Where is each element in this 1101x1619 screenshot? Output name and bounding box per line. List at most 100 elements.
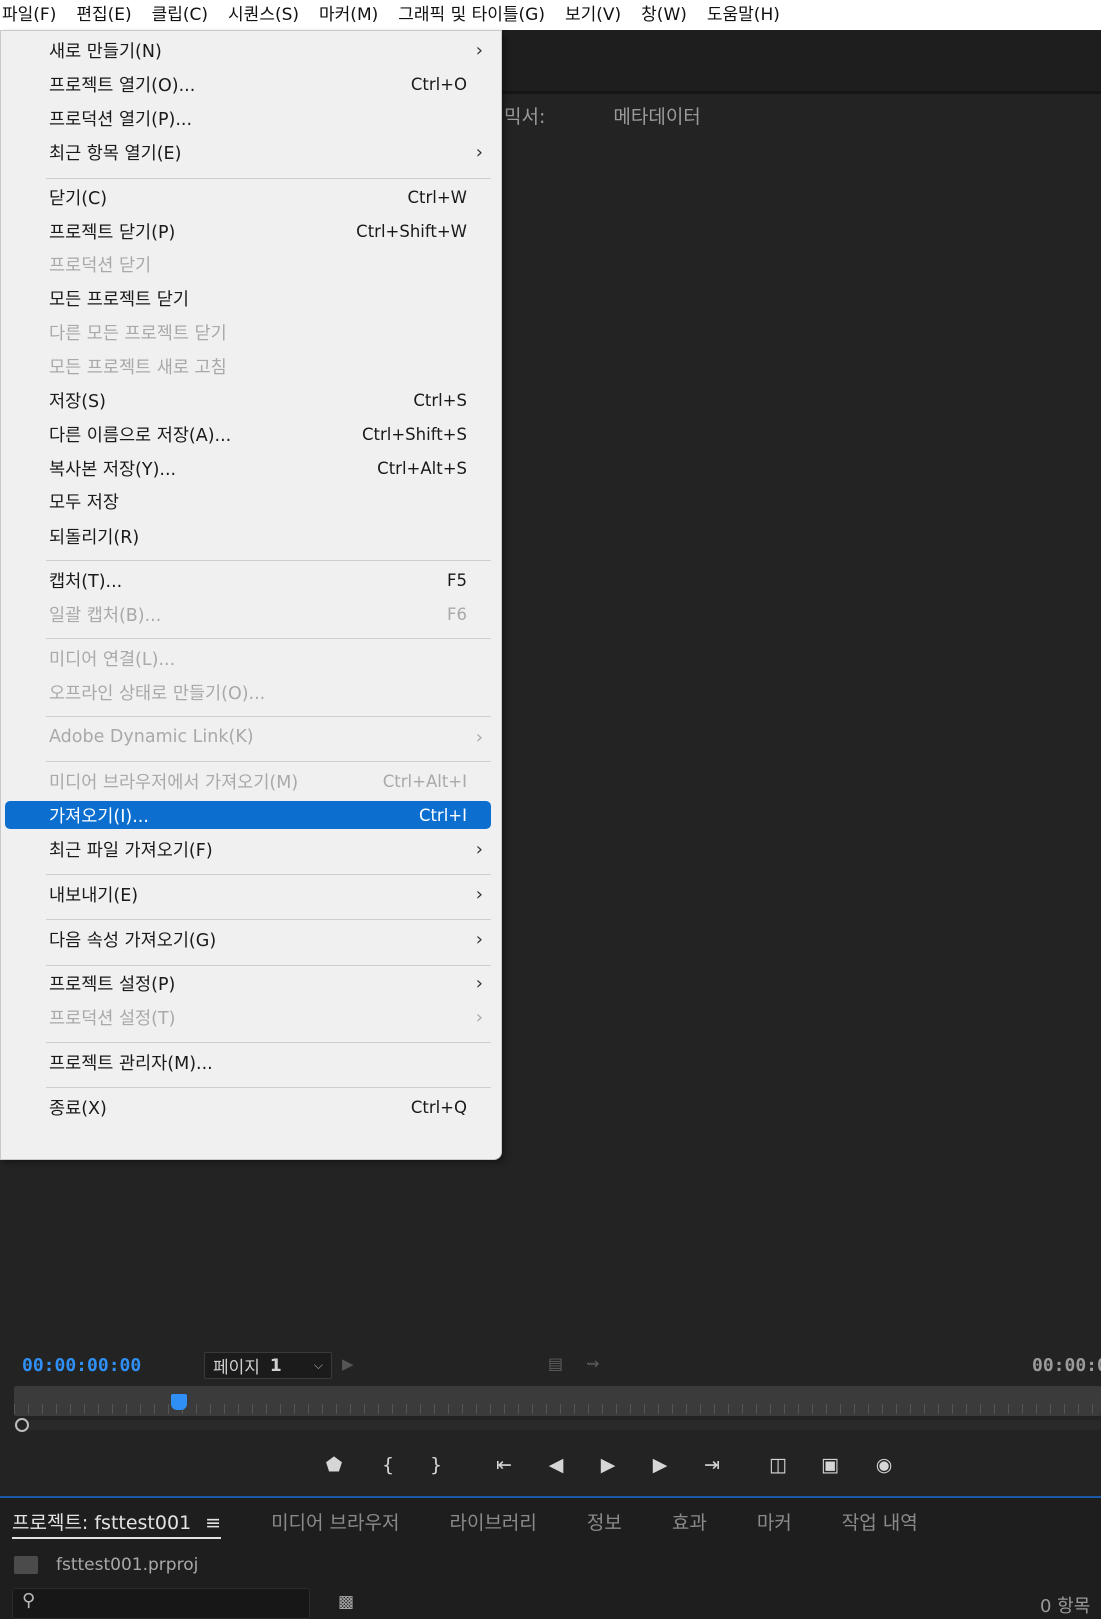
menu-item-project-settings[interactable]: 프로젝트 설정(P) › [5, 969, 491, 997]
menu-item-label: 미디어 연결(L)... [49, 649, 176, 670]
step-forward-button[interactable]: ▶ [644, 1449, 676, 1481]
playhead-handle[interactable] [171, 1394, 187, 1410]
chevron-down-icon: ⌵ [313, 1358, 323, 1372]
menu-item-label: 다음 속성 가져오기(G) [49, 930, 217, 951]
menu-item-shortcut: Ctrl+Alt+I [382, 771, 467, 791]
export-frame-button[interactable]: ◉ [868, 1449, 900, 1481]
menu-edit[interactable]: 편집(E) [66, 0, 141, 30]
menu-item-open-recent[interactable]: 최근 항목 열기(E) › [5, 138, 491, 166]
menu-item-close[interactable]: 닫기(C) Ctrl+W [5, 183, 491, 211]
submenu-chevron-icon: › [475, 726, 483, 748]
menu-marker[interactable]: 마커(M) [309, 0, 388, 30]
tab-project[interactable]: 프로젝트: fsttest001 ≡ [12, 1508, 222, 1539]
menu-view[interactable]: 보기(V) [555, 0, 631, 30]
menu-item-open-project[interactable]: 프로젝트 열기(O)... Ctrl+O [5, 70, 491, 98]
menu-item-close-project[interactable]: 프로젝트 닫기(P) Ctrl+Shift+W [5, 217, 491, 245]
add-marker-button[interactable]: ⬟ [318, 1449, 350, 1481]
menu-item-shortcut: Ctrl+Shift+S [362, 424, 467, 444]
waveform-icon[interactable]: ⇝ [586, 1354, 599, 1373]
playhead-timecode[interactable]: 00:00:00:00 [22, 1355, 141, 1376]
project-search-input[interactable] [12, 1588, 310, 1619]
menu-item-label: 닫기(C) [49, 188, 108, 209]
overwrite-button[interactable]: ▣ [814, 1449, 846, 1481]
menu-item-import-from-media-browser: 미디어 브라우저에서 가져오기(M) Ctrl+Alt+I [5, 767, 491, 795]
insert-button[interactable]: ◫ [762, 1449, 794, 1481]
project-file-name: fsttest001.prproj [56, 1555, 199, 1575]
tab-libraries[interactable]: 라이브러리 [449, 1508, 536, 1539]
play-arrow-icon[interactable]: ▶ [342, 1355, 354, 1373]
menu-graphics-titles[interactable]: 그래픽 및 타이틀(G) [388, 0, 555, 30]
menu-item-close-production: 프로덕션 닫기 [5, 250, 491, 278]
menu-item-exit[interactable]: 종료(X) Ctrl+Q [5, 1093, 491, 1121]
project-panel-tabs: 프로젝트: fsttest001 ≡ 미디어 브라우저 라이브러리 정보 효과 마… [12, 1508, 968, 1539]
menu-separator [46, 1042, 491, 1043]
menu-item-refresh-all-projects: 모든 프로젝트 새로 고침 [5, 352, 491, 380]
menu-item-open-production[interactable]: 프로덕션 열기(P)... [5, 104, 491, 132]
zoom-scrollbar[interactable] [14, 1420, 1101, 1430]
menu-separator [46, 919, 491, 920]
tab-markers[interactable]: 마커 [757, 1508, 792, 1539]
mark-in-button[interactable]: { [372, 1449, 404, 1481]
hamburger-menu-icon[interactable]: ≡ [205, 1512, 221, 1534]
tab-history[interactable]: 작업 내역 [842, 1508, 918, 1539]
menu-sequence[interactable]: 시퀀스(S) [218, 0, 309, 30]
menu-item-save[interactable]: 저장(S) Ctrl+S [5, 386, 491, 414]
menu-item-shortcut: Ctrl+Q [410, 1097, 467, 1117]
menu-item-shortcut: Ctrl+Shift+W [356, 221, 467, 241]
menu-item-import-recent-file[interactable]: 최근 파일 가져오기(F) › [5, 835, 491, 863]
menu-item-save-copy[interactable]: 복사본 저장(Y)... Ctrl+Alt+S [5, 454, 491, 482]
search-icon: ⚲ [22, 1590, 36, 1611]
menu-separator [46, 716, 491, 717]
tab-audio-mixer[interactable]: 믹서: [504, 102, 545, 129]
menu-item-get-properties[interactable]: 다음 속성 가져오기(G) › [5, 925, 491, 953]
menu-item-export[interactable]: 내보내기(E) › [5, 880, 491, 908]
menu-item-label: Adobe Dynamic Link(K) [49, 727, 254, 747]
submenu-chevron-icon: › [475, 972, 483, 994]
zoom-scroll-handle[interactable] [15, 1418, 29, 1432]
page-label: 페이지 [213, 1358, 260, 1378]
menu-item-label: 모든 프로젝트 닫기 [49, 289, 189, 310]
file-menu-dropdown: 새로 만들기(N) › 프로젝트 열기(O)... Ctrl+O 프로덕션 열기(P… [0, 30, 502, 1160]
tab-effects[interactable]: 효과 [672, 1508, 707, 1539]
menu-file[interactable]: 파일(F) [0, 0, 66, 30]
menu-clip[interactable]: 클립(C) [142, 0, 218, 30]
project-folder-icon [14, 1556, 38, 1574]
menu-item-label: 프로젝트 닫기(P) [49, 222, 176, 243]
go-to-out-button[interactable]: ⇥ [696, 1449, 728, 1481]
item-count: 0 항목 [1040, 1596, 1091, 1617]
menu-separator [46, 761, 491, 762]
menu-item-new[interactable]: 새로 만들기(N) › [5, 36, 491, 64]
menu-window[interactable]: 창(W) [631, 0, 697, 30]
menu-item-label: 오프라인 상태로 만들기(O)... [49, 683, 266, 704]
menu-item-make-offline: 오프라인 상태로 만들기(O)... [5, 678, 491, 706]
menu-item-save-as[interactable]: 다른 이름으로 저장(A)... Ctrl+Shift+S [5, 420, 491, 448]
go-to-in-button[interactable]: ⇤ [488, 1449, 520, 1481]
tab-metadata[interactable]: 메타데이터 [613, 102, 700, 129]
menu-separator [46, 560, 491, 561]
tab-project-label: 프로젝트: fsttest001 [12, 1512, 192, 1534]
menu-item-label: 되돌리기(R) [49, 527, 140, 548]
menu-separator [46, 1087, 491, 1088]
play-button[interactable]: ▶ [592, 1449, 624, 1481]
menu-separator [46, 874, 491, 875]
mark-out-icon: } [429, 1454, 443, 1476]
insert-icon: ◫ [769, 1454, 787, 1476]
menu-item-revert[interactable]: 되돌리기(R) [5, 522, 491, 550]
menu-item-close-all-projects[interactable]: 모든 프로젝트 닫기 [5, 284, 491, 312]
step-back-button[interactable]: ◀ [540, 1449, 572, 1481]
menu-item-capture[interactable]: 캡처(T)... F5 [5, 566, 491, 594]
mark-out-button[interactable]: } [420, 1449, 452, 1481]
menu-help[interactable]: 도움말(H) [697, 0, 790, 30]
menu-item-project-manager[interactable]: 프로젝트 관리자(M)... [5, 1048, 491, 1076]
page-select[interactable]: 페이지 1 ⌵ [204, 1352, 332, 1379]
find-bin-icon[interactable]: ▩ [338, 1592, 354, 1612]
menu-item-label: 최근 파일 가져오기(F) [49, 840, 213, 861]
safe-margins-icon[interactable]: ▤ [548, 1354, 563, 1373]
menu-item-label: 모두 저장 [49, 492, 119, 513]
menu-item-label: 내보내기(E) [49, 885, 139, 906]
tab-info[interactable]: 정보 [587, 1508, 622, 1539]
menu-separator [46, 965, 491, 966]
menu-item-import[interactable]: 가져오기(I)... Ctrl+I [5, 801, 491, 829]
tab-media-browser[interactable]: 미디어 브라우저 [271, 1508, 399, 1539]
menu-item-save-all[interactable]: 모두 저장 [5, 487, 491, 515]
